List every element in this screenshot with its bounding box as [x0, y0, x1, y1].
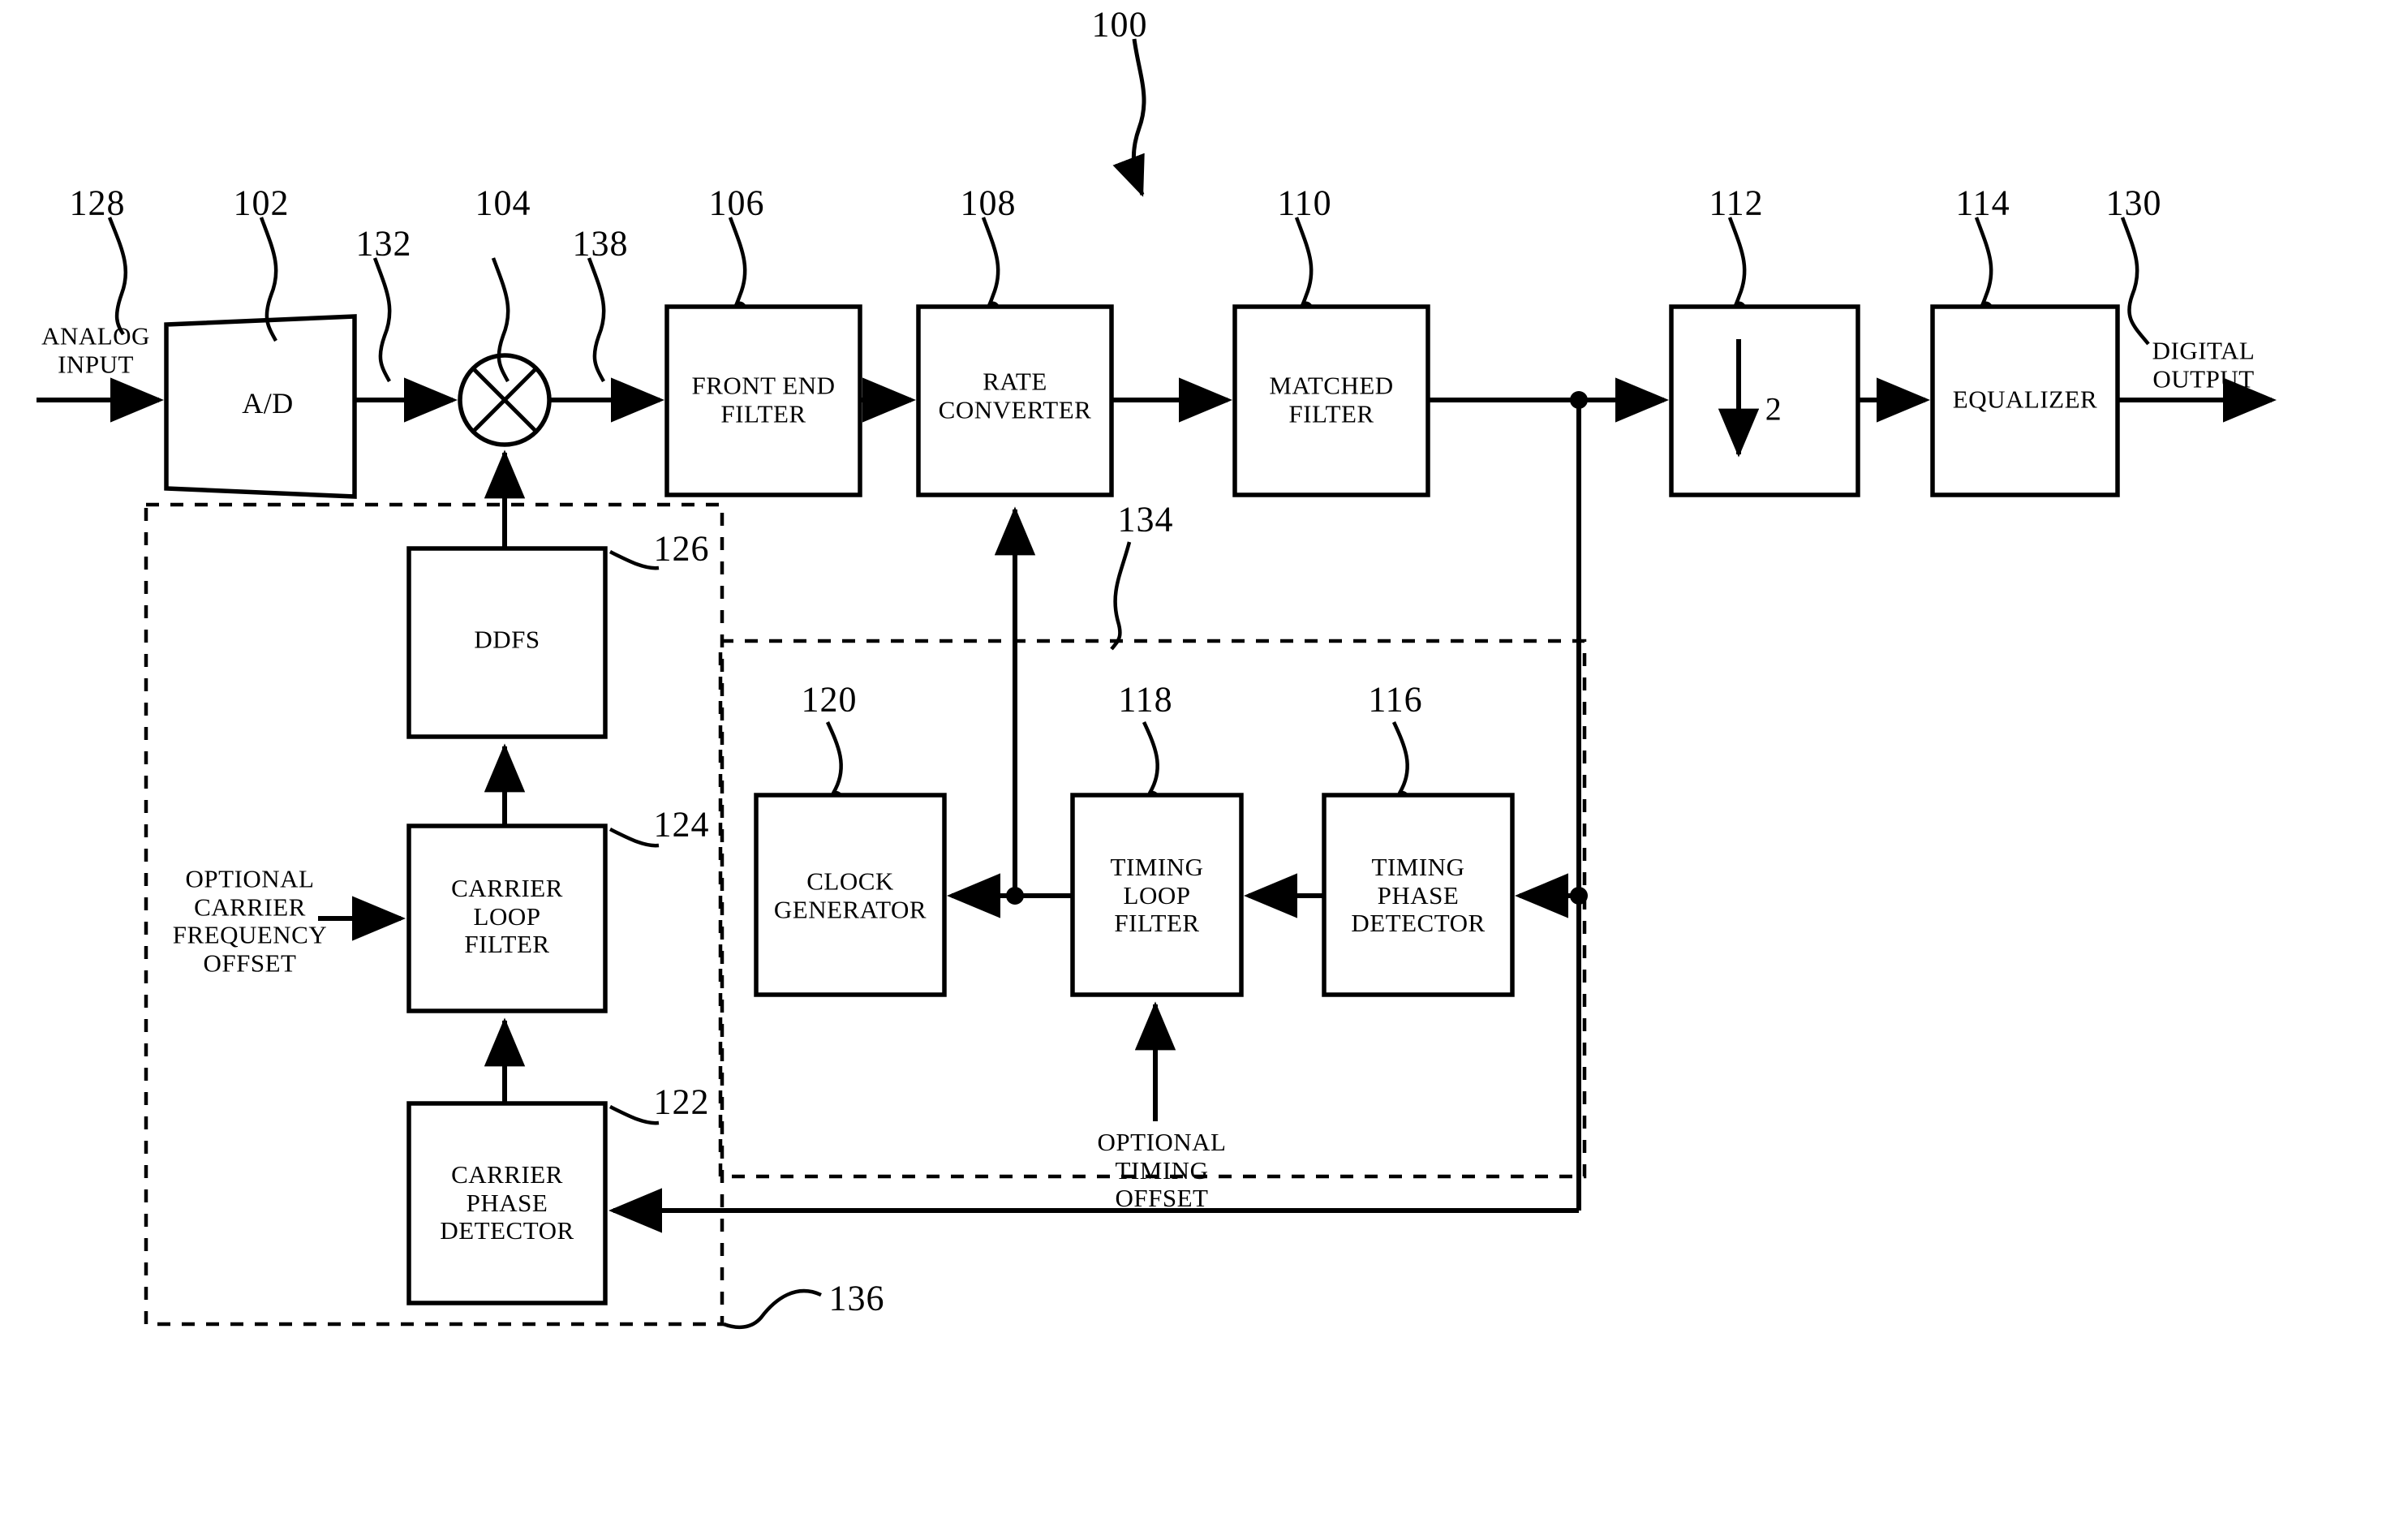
ref-116: 116 [1368, 679, 1423, 720]
carrier-loop-filter-label: CARRIER LOOP FILTER [451, 873, 563, 959]
ref-134: 134 [1117, 499, 1174, 540]
timing-loop-filter-label: TIMING LOOP FILTER [1110, 852, 1204, 938]
leader-104 [491, 257, 510, 383]
leader-100 [1112, 38, 1146, 197]
matched-filter-label: MATCHED FILTER [1269, 371, 1394, 428]
patent-figure-100: 100 128 102 132 104 138 106 108 110 112 … [0, 0, 2408, 1531]
ref-104: 104 [475, 183, 531, 223]
leader-120 [825, 721, 843, 797]
leader-128 [107, 217, 128, 336]
ref-106: 106 [708, 183, 765, 223]
ddfs-label: DDFS [474, 625, 540, 654]
leader-134 [1110, 541, 1132, 651]
ref-136: 136 [828, 1278, 885, 1318]
ref-120: 120 [801, 679, 858, 720]
leader-122 [608, 1104, 660, 1125]
ref-128: 128 [69, 183, 126, 223]
ref-132: 132 [355, 223, 412, 264]
ref-118: 118 [1118, 679, 1173, 720]
leader-116 [1391, 721, 1409, 797]
leader-138 [587, 257, 606, 383]
decimator-label: 2 [1765, 390, 1782, 428]
carrier-phase-detector-label: CARRIER PHASE DETECTOR [440, 1159, 574, 1245]
ref-124: 124 [653, 804, 710, 845]
timing-phase-detector-label: TIMING PHASE DETECTOR [1351, 852, 1486, 938]
leader-136 [723, 1288, 822, 1330]
ref-108: 108 [960, 183, 1017, 223]
ref-126: 126 [653, 528, 710, 569]
ref-130: 130 [2105, 183, 2162, 223]
ref-102: 102 [233, 183, 290, 223]
leader-106 [728, 217, 747, 308]
ref-110: 110 [1277, 183, 1332, 223]
optional-carrier-frequency-offset-label: OPTIONAL CARRIER FREQUENCY OFFSET [172, 864, 328, 978]
clock-generator-label: CLOCK GENERATOR [773, 867, 927, 923]
leader-130 [2120, 217, 2150, 346]
equalizer-label: EQUALIZER [1952, 385, 2098, 414]
leader-110 [1294, 217, 1314, 308]
leader-108 [981, 217, 1000, 308]
ref-112: 112 [1709, 183, 1764, 223]
leader-114 [1974, 217, 1993, 308]
ad-label: A/D [242, 386, 294, 419]
leader-124 [608, 827, 660, 848]
leader-132 [372, 257, 392, 383]
ref-138: 138 [572, 223, 629, 264]
digital-output-label: DIGITAL OUTPUT [2152, 336, 2255, 393]
analog-input-label: ANALOG INPUT [41, 321, 150, 378]
leader-126 [608, 549, 660, 570]
ref-122: 122 [653, 1082, 710, 1122]
figure-number: 100 [1091, 4, 1148, 45]
ref-114: 114 [1955, 183, 2010, 223]
leader-112 [1727, 217, 1747, 308]
front-end-filter-label: FRONT END FILTER [691, 371, 836, 428]
leader-118 [1142, 721, 1159, 797]
optional-timing-offset-label: OPTIONAL TIMING OFFSET [1097, 1127, 1227, 1213]
rate-converter-label: RATE CONVERTER [938, 367, 1092, 424]
tpd-input-junction-dot [1570, 887, 1588, 905]
